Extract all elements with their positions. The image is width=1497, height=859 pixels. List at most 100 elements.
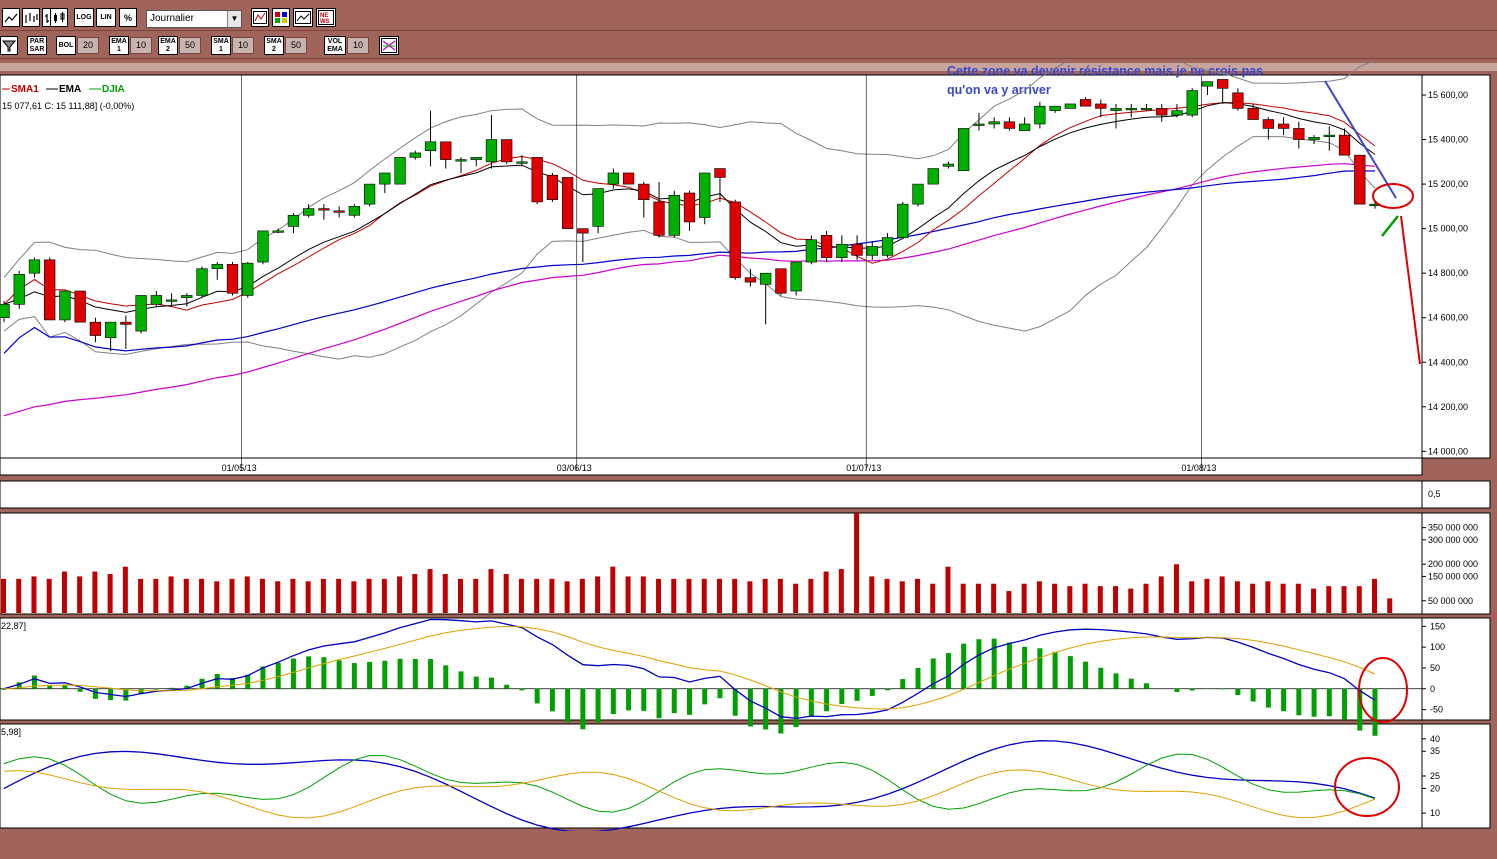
vol-ema-button[interactable]: VOL EMA [324,36,346,55]
candle-body [820,235,833,258]
volume-bar [656,578,662,613]
macd-histogram-bar [808,688,814,716]
volume-bar [305,581,311,613]
lin-button[interactable]: LIN [96,8,116,27]
volume-bar [960,583,966,613]
bol-button[interactable]: BOL [56,36,76,55]
macd-histogram-bar [1220,688,1226,690]
candle-body [455,159,467,162]
candle-body [379,172,391,185]
candle-body [287,214,300,227]
volume-bar [671,578,677,613]
chart-svg[interactable]: SMA1 EMA DJIA 15 077,61 C: 15 111,88] (-… [0,46,1497,833]
macd-histogram-bar [260,666,266,689]
candle-chart-button[interactable] [50,8,68,27]
candle-body [181,295,193,298]
macd-histogram-bar [488,677,494,689]
candle-body [1308,137,1320,140]
volume-bar [1158,576,1164,613]
candle-body [272,230,284,233]
candle-body [1171,110,1183,116]
ema2-period-field[interactable]: 50 [179,37,201,54]
candle-body [318,208,330,211]
macd-histogram-bar [351,663,357,689]
volume-bar [991,583,997,613]
volume-bar [77,576,83,613]
price-tick-label: 14 000,00 [1428,446,1468,456]
candle-body [775,268,787,294]
date-tick-label: 03/06/13 [557,463,592,473]
macd-histogram-bar [1037,648,1043,689]
par-sar-button[interactable]: PAR SAR [27,36,47,55]
volume-bar [610,566,616,613]
sma1-button[interactable]: SMA 1 [211,36,231,55]
line-chart-button[interactable] [2,8,20,27]
news-button[interactable]: NE WS [316,8,336,27]
legend-sma: SMA1 [11,84,39,95]
volume-bar [366,578,372,613]
macd-histogram-bar [92,688,98,699]
macd-histogram-bar [1128,678,1134,689]
log-button[interactable]: LOG [74,8,94,27]
status-strip [0,831,1497,859]
bar-chart-button[interactable] [22,8,40,27]
ema1-button[interactable]: EMA 1 [109,36,129,55]
candle-body [470,157,482,160]
volume-bar [1006,591,1012,613]
volume-bar [1234,581,1240,613]
percent-button[interactable]: % [119,8,137,27]
candle-body [1293,128,1305,140]
volume-bar [1204,578,1210,613]
volume-bar [640,576,646,613]
chart-options-button[interactable] [251,8,269,27]
macd-histogram-bar [458,671,464,689]
bol-period-field[interactable]: 20 [77,37,99,54]
volume-bar [1356,586,1362,613]
sma2-button[interactable]: SMA 2 [264,36,284,55]
macd-histogram-bar [1265,688,1271,708]
volume-bar [823,571,829,613]
ema1-period-field[interactable]: 10 [130,37,152,54]
candle-body [165,299,178,302]
volume-bar [1219,576,1225,613]
colors-button[interactable] [272,8,290,27]
chart-area: SMA1 EMA DJIA 15 077,61 C: 15 111,88] (-… [0,46,1497,833]
macd-histogram-bar [641,688,647,711]
volume-bar [899,581,905,613]
volume-bar [975,583,981,613]
volume-bar [1326,586,1332,613]
palette-icon [275,12,287,23]
candle-body [683,192,696,223]
macd-histogram-bar [1326,688,1332,717]
candle-body [653,201,665,236]
macd-histogram-bar [1113,673,1119,689]
volume-bar [793,583,799,613]
macd-histogram-bar [473,676,479,689]
macd-histogram-bar [1022,646,1028,689]
macd-info: 22,87] [1,621,26,631]
ema2-button[interactable]: EMA 2 [158,36,178,55]
chevron-down-icon: ▼ [227,11,241,27]
volume-bar [930,583,936,613]
volume-bar [518,578,524,613]
candle-body [0,304,10,319]
period-select[interactable]: Journalier ▼ [146,10,242,28]
candle-body [1125,108,1137,111]
macd-panel [0,617,1423,721]
volume-tick-label: 350 000 000 [1428,523,1478,533]
macd-histogram-bar [504,684,510,689]
vol-ema-period-field[interactable]: 10 [347,37,369,54]
candle-body [1338,134,1351,156]
sma1-period-field[interactable]: 10 [232,37,254,54]
volume-bar [1295,583,1301,613]
oscillator-tick-label: 0,5 [1428,489,1441,499]
crosshair-button[interactable] [379,36,399,55]
candle-body [912,183,924,205]
sma2-period-field[interactable]: 50 [285,37,307,54]
macd-histogram-bar [747,688,753,727]
volume-bar [153,578,159,613]
macd-histogram-bar [1083,661,1089,689]
macd-histogram-bar [443,665,449,689]
funnel-button[interactable] [0,36,18,55]
compare-button[interactable] [293,8,313,27]
